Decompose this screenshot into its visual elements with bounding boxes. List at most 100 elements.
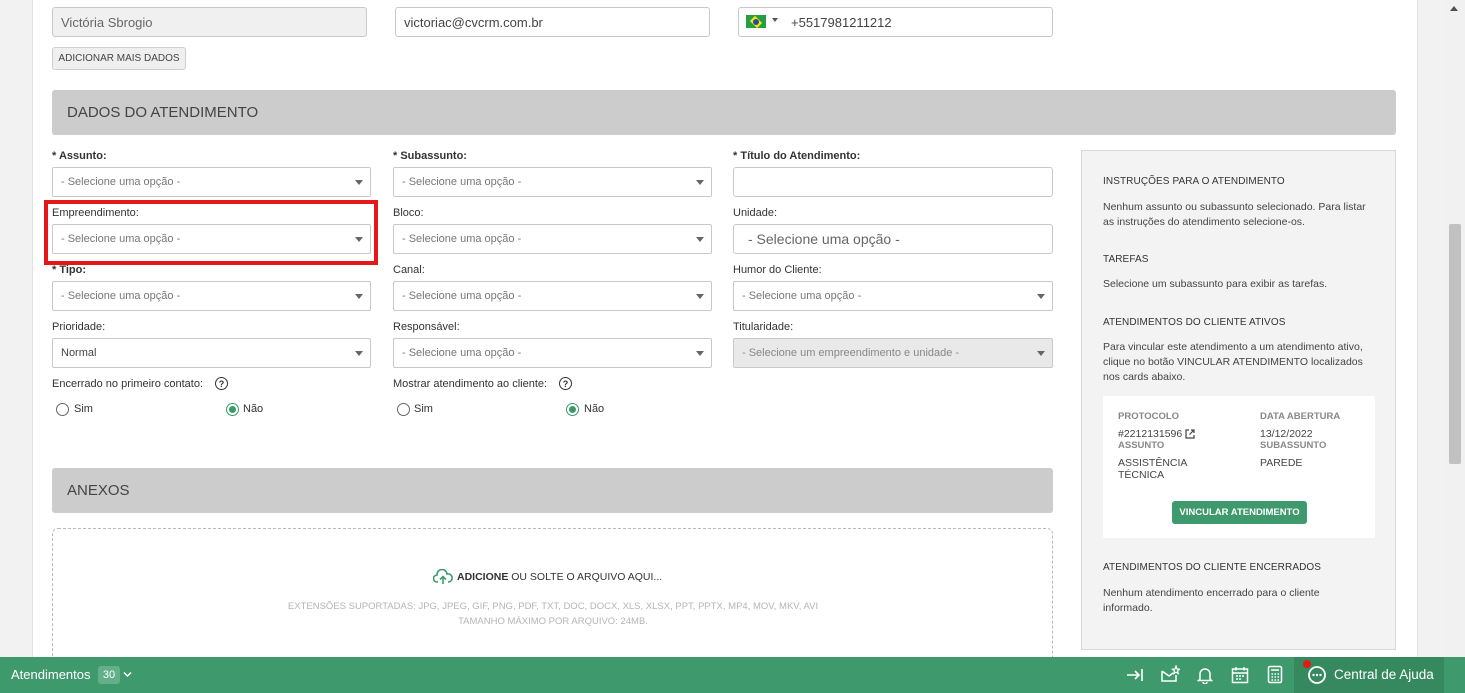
external-link-icon <box>1185 429 1195 439</box>
encerrados-title: ATENDIMENTOS DO CLIENTE ENCERRADOS <box>1103 562 1322 573</box>
titularidade-select[interactable]: - Selecione um empreendimento e unidade … <box>733 338 1053 368</box>
help-center-button[interactable]: Central de Ajuda <box>1294 657 1444 693</box>
unidade-select[interactable]: - Selecione uma opção - <box>733 224 1053 254</box>
encerrado-sim-radio[interactable] <box>56 403 69 416</box>
titulo-label: * Título do Atendimento: <box>733 150 861 162</box>
titularidade-value: - Selecione um empreendimento e unidade … <box>742 347 960 359</box>
bell-icon[interactable] <box>1197 666 1213 684</box>
protocolo-label: PROTOCOLO <box>1118 411 1180 422</box>
mostrar-sim-radio[interactable] <box>397 403 410 416</box>
dropzone-prompt[interactable]: ADICIONE OU SOLTE O ARQUIVO AQUI... <box>433 569 662 585</box>
upload-cloud-icon <box>433 569 453 584</box>
help-icon[interactable]: ? <box>559 377 572 390</box>
add-more-data-label: ADICIONAR MAIS DADOS <box>58 53 180 64</box>
instr-text: Nenhum assunto ou subassunto selecionado… <box>1103 201 1366 228</box>
tarefas-title: TAREFAS <box>1103 254 1149 265</box>
add-more-data-button[interactable]: ADICIONAR MAIS DADOS <box>52 47 186 70</box>
brazil-flag-icon[interactable] <box>746 15 766 28</box>
unidade-value: - Selecione uma opção - <box>748 231 900 247</box>
titulo-input[interactable] <box>733 167 1053 197</box>
dropzone-extensions: EXTENSÕES SUPORTADAS: JPG, JPEG, GIF, PN… <box>287 601 819 612</box>
mostrar-label: Mostrar atendimento ao cliente: <box>393 378 548 390</box>
assunto-label: * Assunto: <box>52 150 107 162</box>
protocolo-link[interactable]: #2212131596 <box>1118 428 1195 440</box>
encerrados-text: Nenhum atendimento encerrado para o clie… <box>1103 587 1320 614</box>
chevron-down-icon <box>1037 351 1045 356</box>
subassunto-select[interactable]: - Selecione uma opção - <box>393 167 712 197</box>
chevron-down-icon[interactable] <box>123 671 132 678</box>
scroll-up-icon[interactable] <box>1450 6 1458 11</box>
email-field[interactable]: victoriac@cvcrm.com.br <box>395 7 710 37</box>
section-title: ANEXOS <box>67 482 130 499</box>
subassunto-value: - Selecione uma opção - <box>402 176 522 188</box>
chevron-down-icon <box>1037 294 1045 299</box>
help-icon[interactable]: ? <box>215 377 228 390</box>
prioridade-label: Prioridade: <box>52 321 106 333</box>
section-dados-atendimento: DADOS DO ATENDIMENTO <box>52 90 1396 135</box>
chevron-down-icon <box>355 351 363 356</box>
responsavel-select[interactable]: - Selecione uma opção - <box>393 338 712 368</box>
phone-field[interactable]: +5517981211212 <box>738 7 1053 37</box>
encerrado-nao-label: Não <box>243 403 264 415</box>
bloco-value: - Selecione uma opção - <box>402 233 522 245</box>
bloco-label: Bloco: <box>393 207 424 219</box>
assunto-select[interactable]: - Selecione uma opção - <box>52 167 371 197</box>
canal-label: Canal: <box>393 264 425 276</box>
scrollbar-thumb[interactable] <box>1449 224 1461 464</box>
chevron-down-icon <box>696 180 704 185</box>
subassunto-label: * Subassunto: <box>393 150 467 162</box>
prioridade-select[interactable]: Normal <box>52 338 371 368</box>
mail-star-icon[interactable] <box>1160 665 1180 684</box>
section-title: DADOS DO ATENDIMENTO <box>67 104 259 121</box>
responsavel-value: - Selecione uma opção - <box>402 347 522 359</box>
ativos-title: ATENDIMENTOS DO CLIENTE ATIVOS <box>1103 317 1286 328</box>
humor-value: - Selecione uma opção - <box>742 290 862 302</box>
responsavel-label: Responsável: <box>393 321 460 333</box>
chevron-down-icon <box>696 294 704 299</box>
mostrar-nao-radio[interactable] <box>566 403 579 416</box>
atendimento-card: PROTOCOLO DATA ABERTURA #2212131596 13/1… <box>1103 396 1375 538</box>
canal-select[interactable]: - Selecione uma opção - <box>393 281 712 311</box>
ativos-text: Para vincular este atendimento a um aten… <box>1103 341 1363 383</box>
calculator-icon[interactable] <box>1267 665 1283 684</box>
data-abertura-value: 13/12/2022 <box>1260 428 1313 440</box>
assunto-card-value: ASSISTÊNCIA TÉCNICA <box>1118 457 1187 481</box>
titularidade-label: Titularidade: <box>733 321 794 333</box>
subassunto-card-label: SUBASSUNTO <box>1260 440 1327 451</box>
chevron-down-icon <box>355 294 363 299</box>
canal-value: - Selecione uma opção - <box>402 290 522 302</box>
chat-icon <box>1308 666 1326 684</box>
chevron-down-icon <box>696 237 704 242</box>
file-dropzone[interactable]: ADICIONE OU SOLTE O ARQUIVO AQUI... EXTE… <box>52 528 1053 668</box>
dropzone-add-strong: ADICIONE <box>457 571 509 583</box>
calendar-icon[interactable] <box>1231 666 1249 684</box>
chevron-down-icon <box>696 351 704 356</box>
atendimentos-label[interactable]: Atendimentos <box>11 667 91 682</box>
country-dropdown-icon[interactable] <box>772 18 778 22</box>
tarefas-text: Selecione um subassunto para exibir as t… <box>1103 278 1328 290</box>
humor-label: Humor do Cliente: <box>733 264 822 276</box>
tipo-select[interactable]: - Selecione uma opção - <box>52 281 371 311</box>
dropzone-add-rest: OU SOLTE O ARQUIVO AQUI... <box>508 571 663 583</box>
instr-title: INSTRUÇÕES PARA O ATENDIMENTO <box>1103 176 1285 187</box>
vincular-atendimento-button[interactable]: VINCULAR ATENDIMENTO <box>1172 501 1307 524</box>
name-field[interactable]: Victória Sbrogio <box>52 7 367 37</box>
subassunto-card-value: PAREDE <box>1260 457 1303 469</box>
page: Victória Sbrogio victoriac@cvcrm.com.br … <box>0 0 1465 693</box>
protocolo-value: #2212131596 <box>1118 428 1183 440</box>
bloco-select[interactable]: - Selecione uma opção - <box>393 224 712 254</box>
encerrado-nao-radio[interactable] <box>226 403 239 416</box>
side-panel: INSTRUÇÕES PARA O ATENDIMENTO Nenhum ass… <box>1081 150 1396 650</box>
atendimentos-count-badge: 30 <box>98 666 120 684</box>
assunto-value: - Selecione uma opção - <box>61 176 181 188</box>
collapse-arrow-icon[interactable] <box>1126 667 1144 683</box>
tipo-value: - Selecione uma opção - <box>61 290 181 302</box>
phone-value: +5517981211212 <box>791 14 892 30</box>
section-anexos: ANEXOS <box>52 468 1053 513</box>
humor-select[interactable]: - Selecione uma opção - <box>733 281 1053 311</box>
name-value: Victória Sbrogio <box>61 14 153 30</box>
data-abertura-label: DATA ABERTURA <box>1260 411 1341 422</box>
bottom-bar: Atendimentos 30 Central de Ajuda <box>0 657 1465 693</box>
mostrar-nao-label: Não <box>584 403 605 415</box>
chevron-down-icon <box>355 180 363 185</box>
